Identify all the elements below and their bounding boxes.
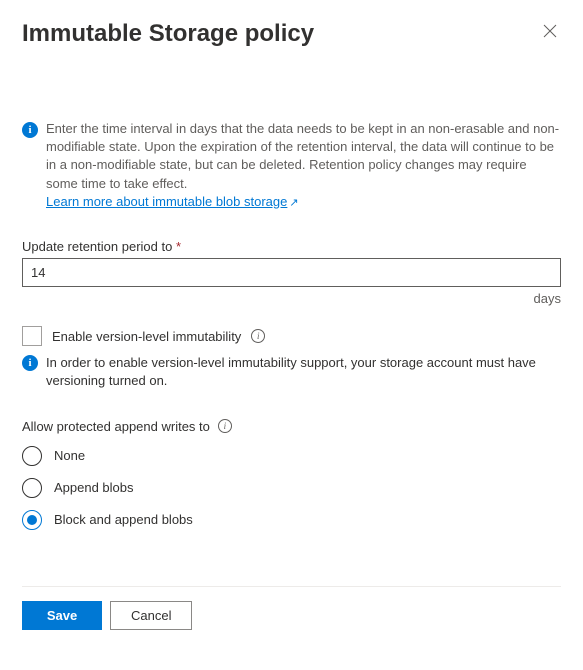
learn-more-link[interactable]: Learn more about immutable blob storage <box>46 194 287 209</box>
retention-input[interactable] <box>22 258 561 287</box>
close-icon <box>543 24 557 38</box>
close-button[interactable] <box>539 20 561 45</box>
external-link-icon: ↗ <box>289 197 298 209</box>
info-icon[interactable]: i <box>218 419 232 433</box>
radio-option-append[interactable]: Append blobs <box>22 478 561 498</box>
version-level-label: Enable version-level immutability <box>52 329 241 344</box>
retention-suffix: days <box>22 291 561 306</box>
page-title: Immutable Storage policy <box>22 20 314 48</box>
info-icon: i <box>22 355 38 371</box>
radio-label: Block and append blobs <box>54 512 193 527</box>
info-icon[interactable]: i <box>251 329 265 343</box>
info-description: Enter the time interval in days that the… <box>46 120 561 211</box>
radio-option-none[interactable]: None <box>22 446 561 466</box>
retention-label: Update retention period to * <box>22 239 561 254</box>
radio-label: None <box>54 448 85 463</box>
info-icon: i <box>22 122 38 138</box>
append-writes-label: Allow protected append writes to <box>22 419 210 434</box>
version-level-checkbox[interactable] <box>22 326 42 346</box>
radio-label: Append blobs <box>54 480 134 495</box>
version-level-hint: In order to enable version-level immutab… <box>46 354 561 390</box>
radio-option-block-append[interactable]: Block and append blobs <box>22 510 561 530</box>
save-button[interactable]: Save <box>22 601 102 630</box>
cancel-button[interactable]: Cancel <box>110 601 192 630</box>
